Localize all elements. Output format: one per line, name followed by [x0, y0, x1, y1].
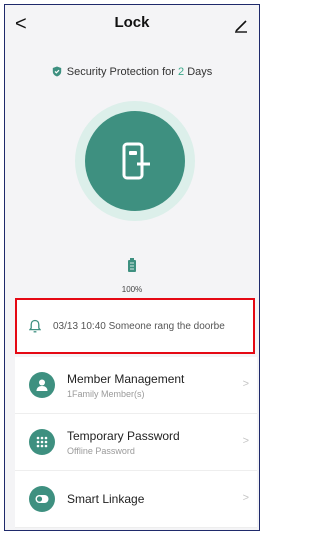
battery-level: 100%	[121, 285, 143, 294]
lock-button[interactable]	[85, 111, 185, 211]
menu-item-subtitle: Offline Password	[67, 445, 135, 456]
security-suffix: Days	[184, 66, 213, 78]
door-lock-icon	[122, 142, 150, 180]
bell-icon	[29, 319, 41, 333]
chevron-right-icon: >	[242, 378, 249, 390]
feature-menu: Member Management 1Family Member(s) > Te…	[15, 357, 257, 528]
notification-text: 03/13 10:40 Someone rang the doorbe	[53, 320, 225, 332]
menu-item-title: Smart Linkage	[67, 492, 145, 506]
person-icon	[29, 372, 55, 398]
battery-icon	[128, 258, 136, 272]
toggle-icon	[29, 486, 55, 512]
page-title: Lock	[114, 14, 150, 31]
chevron-right-icon: >	[242, 492, 249, 504]
security-protection-text: Security Protection for 2 Days	[5, 66, 259, 78]
menu-item-title: Member Management	[67, 371, 185, 386]
security-prefix: Security Protection for	[66, 66, 179, 78]
top-bar: < Lock	[5, 5, 259, 43]
menu-item-subtitle: 1Family Member(s)	[67, 388, 145, 399]
phone-screen: < Lock Security Protection for 2 Days 10…	[4, 4, 260, 531]
smart-linkage-item[interactable]: Smart Linkage >	[15, 471, 257, 528]
keypad-icon	[29, 429, 55, 455]
shield-check-icon	[52, 66, 61, 77]
chevron-right-icon: >	[242, 435, 249, 447]
edit-button[interactable]	[233, 17, 249, 33]
menu-item-title: Temporary Password	[67, 428, 180, 443]
member-management-item[interactable]: Member Management 1Family Member(s) >	[15, 357, 257, 414]
doorbell-notification[interactable]: 03/13 10:40 Someone rang the doorbe	[15, 298, 255, 354]
temporary-password-item[interactable]: Temporary Password Offline Password >	[15, 414, 257, 471]
pencil-icon	[235, 20, 247, 33]
